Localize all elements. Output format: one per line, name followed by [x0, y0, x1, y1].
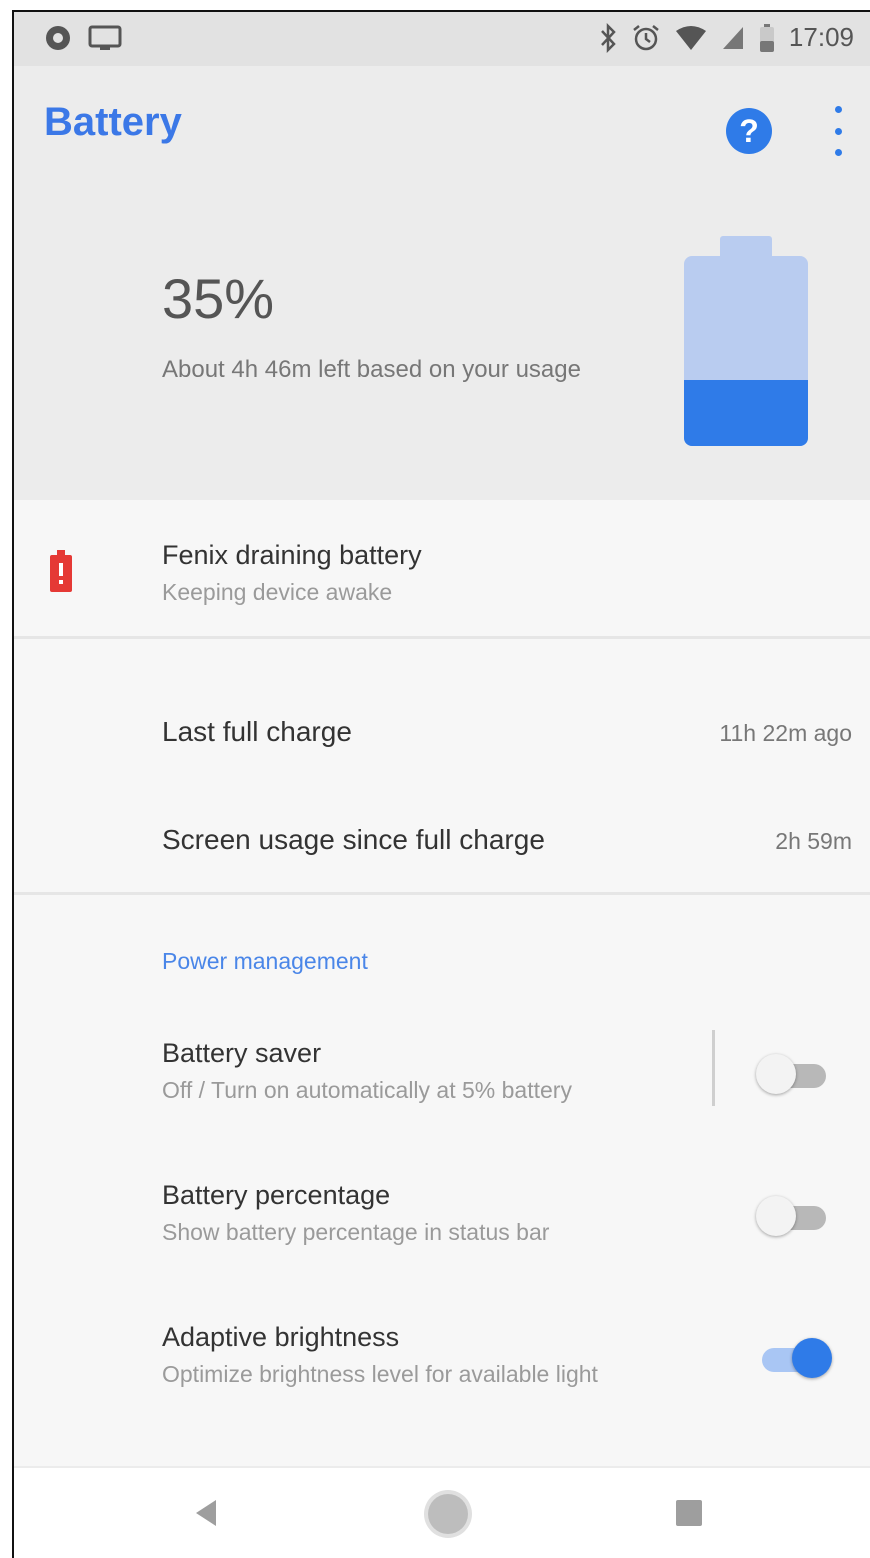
phone-screen: 17:09 Battery ? 35% About 4h 46m left ba… [12, 10, 870, 1558]
section-divider [14, 892, 870, 895]
last-full-charge-label: Last full charge [162, 716, 352, 747]
switch-thumb [756, 1054, 796, 1094]
battery-percentage-subtitle: Show battery percentage in status bar [162, 1219, 550, 1245]
wifi-icon [675, 25, 707, 51]
screen-usage-value: 2h 59m [775, 828, 852, 854]
adaptive-brightness-row[interactable]: Adaptive brightness Optimize brightness … [14, 1300, 870, 1410]
power-management-header: Power management [162, 948, 368, 974]
battery-saver-title: Battery saver [162, 1038, 322, 1068]
battery-cap [720, 236, 772, 258]
adaptive-brightness-switch[interactable] [756, 1338, 832, 1378]
nav-back-icon[interactable] [192, 1498, 220, 1528]
battery-fill [684, 379, 808, 446]
battery-status-icon [759, 23, 775, 53]
last-full-charge-value: 11h 22m ago [719, 720, 852, 746]
battery-drain-alert[interactable]: Fenix draining battery Keeping device aw… [14, 500, 870, 639]
screen-usage-label: Screen usage since full charge [162, 824, 545, 855]
screen-usage-row: Screen usage since full charge 2h 59m [14, 792, 870, 892]
bluetooth-icon [599, 22, 617, 53]
alert-subtitle: Keeping device awake [162, 579, 393, 605]
nav-recents-icon[interactable] [676, 1500, 702, 1526]
page-title: Battery [44, 100, 182, 144]
help-button[interactable]: ? [726, 108, 772, 154]
battery-saver-row[interactable]: Battery saver Off / Turn on automaticall… [14, 1016, 870, 1126]
last-full-charge-row: Last full charge 11h 22m ago [14, 684, 870, 784]
help-icon: ? [739, 112, 759, 149]
battery-percent: 35% [162, 267, 275, 330]
app-bar: Battery ? [14, 66, 870, 196]
battery-alert-icon [50, 550, 72, 592]
battery-percentage-row[interactable]: Battery percentage Show battery percenta… [14, 1158, 870, 1268]
notification-circle-icon [44, 24, 72, 52]
alarm-icon [631, 23, 661, 53]
battery-percentage-title: Battery percentage [162, 1180, 391, 1210]
switch-thumb [792, 1338, 832, 1378]
more-options-button[interactable] [826, 106, 850, 156]
adaptive-brightness-subtitle: Optimize brightness level for available … [162, 1361, 598, 1387]
battery-percentage-switch[interactable] [756, 1196, 830, 1236]
battery-saver-subtitle: Off / Turn on automatically at 5% batter… [162, 1077, 572, 1103]
battery-level-icon [684, 236, 808, 456]
toggle-separator [712, 1030, 715, 1106]
battery-summary[interactable]: 35% About 4h 46m left based on your usag… [14, 196, 870, 500]
battery-saver-switch[interactable] [756, 1054, 830, 1094]
more-vert-icon-dot [834, 106, 842, 113]
battery-estimate: About 4h 46m left based on your usage [162, 356, 581, 383]
battery-body [684, 256, 808, 446]
switch-thumb [756, 1196, 796, 1236]
navigation-bar [14, 1466, 870, 1558]
status-bar: 17:09 [14, 12, 870, 66]
status-time: 17:09 [788, 22, 854, 52]
adaptive-brightness-title: Adaptive brightness [162, 1322, 400, 1352]
alert-title: Fenix draining battery [162, 540, 422, 570]
screen-cast-icon [88, 24, 122, 52]
more-vert-icon-dot [834, 149, 842, 156]
nav-home-icon[interactable] [428, 1494, 468, 1534]
cell-signal-icon [721, 25, 745, 51]
more-vert-icon-dot [834, 127, 842, 135]
